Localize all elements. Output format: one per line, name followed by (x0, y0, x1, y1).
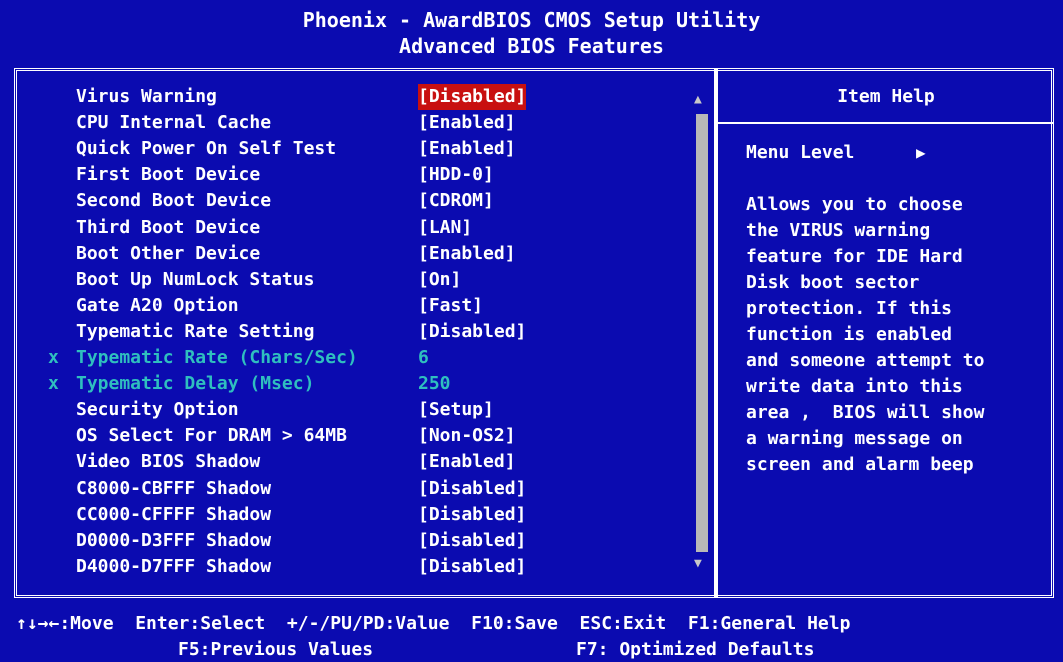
help-title: Item Help (837, 86, 935, 107)
footer-line-1: ↑↓→←:Move Enter:Select +/-/PU/PD:Value F… (16, 613, 851, 634)
help-line: a warning message on (746, 428, 963, 449)
setting-row[interactable]: Video BIOS Shadow [Enabled] (48, 449, 688, 475)
setting-value[interactable]: [Disabled] (418, 554, 526, 580)
setting-row[interactable]: Quick Power On Self Test [Enabled] (48, 136, 688, 162)
setting-row[interactable]: D4000-D7FFF Shadow [Disabled] (48, 554, 688, 580)
setting-row[interactable]: First Boot Device [HDD-0] (48, 162, 688, 188)
setting-row[interactable]: OS Select For DRAM > 64MB [Non-OS2] (48, 423, 688, 449)
setting-label: Gate A20 Option (76, 294, 239, 316)
setting-row[interactable]: CPU Internal Cache [Enabled] (48, 110, 688, 136)
setting-label: CPU Internal Cache (76, 112, 272, 134)
setting-label: Boot Up NumLock Status (76, 268, 315, 290)
scroll-down-icon[interactable]: ▼ (694, 556, 702, 571)
setting-label: Virus Warning (76, 86, 217, 107)
help-line: Disk boot sector (746, 272, 920, 293)
help-line: write data into this (746, 376, 963, 397)
help-line: function is enabled (746, 324, 952, 345)
help-line: feature for IDE Hard (746, 246, 963, 267)
setting-value[interactable]: [Non-OS2] (418, 423, 516, 449)
setting-value: 6 (418, 347, 429, 368)
setting-row[interactable]: Third Boot Device [LAN] (48, 215, 688, 241)
setting-label: OS Select For DRAM > 64MB (76, 425, 347, 447)
setting-row: x Typematic Rate (Chars/Sec) 6 (48, 345, 688, 371)
menu-level-arrow-icon: ▶ (916, 143, 926, 162)
help-line: and someone attempt to (746, 350, 985, 371)
disabled-marker-icon: x (48, 373, 59, 395)
help-line: the VIRUS warning (746, 220, 931, 241)
setting-row: x Typematic Delay (Msec) 250 (48, 371, 688, 397)
setting-value[interactable]: [Disabled] (418, 528, 526, 554)
setting-label: Third Boot Device (76, 216, 261, 238)
setting-value[interactable]: [Fast] (418, 293, 483, 319)
setting-label: D0000-D3FFF Shadow (76, 529, 272, 551)
setting-label: CC000-CFFFF Shadow (76, 503, 272, 525)
footer-optimized-defaults: F7: Optimized Defaults (576, 639, 815, 660)
setting-value[interactable]: [Disabled] (418, 502, 526, 528)
setting-value[interactable]: [Disabled] (418, 84, 527, 110)
setting-value[interactable]: [Enabled] (418, 241, 516, 267)
help-text: Allows you to choose the VIRUS warning fea… (746, 192, 1046, 478)
setting-row[interactable]: CC000-CFFFF Shadow [Disabled] (48, 502, 688, 528)
setting-label: C8000-CBFFF Shadow (76, 477, 272, 499)
help-line: protection. If this (746, 298, 952, 319)
setting-row[interactable]: Second Boot Device [CDROM] (48, 188, 688, 214)
setting-value[interactable]: [Disabled] (418, 319, 526, 345)
setting-label: Security Option (76, 399, 239, 421)
setting-row[interactable]: Boot Other Device [Enabled] (48, 241, 688, 267)
setting-value[interactable]: [Enabled] (418, 136, 516, 162)
setting-row[interactable]: C8000-CBFFF Shadow [Disabled] (48, 476, 688, 502)
setting-value[interactable]: [Setup] (418, 397, 494, 423)
disabled-marker-icon: x (48, 347, 59, 368)
setting-value[interactable]: [Disabled] (418, 476, 526, 502)
app-title: Phoenix - AwardBIOS CMOS Setup Utility (302, 8, 761, 32)
setting-value[interactable]: [Enabled] (418, 110, 516, 136)
scroll-up-icon[interactable]: ▲ (694, 92, 702, 107)
page-title: Advanced BIOS Features (399, 34, 664, 58)
setting-value[interactable]: [On] (418, 267, 461, 293)
menu-level-label: Menu Level (746, 142, 855, 163)
setting-value[interactable]: [HDD-0] (418, 162, 494, 188)
setting-value[interactable]: [LAN] (418, 215, 472, 241)
setting-label: D4000-D7FFF Shadow (76, 555, 272, 577)
setting-value[interactable]: [CDROM] (418, 188, 494, 214)
setting-label: Second Boot Device (76, 190, 272, 212)
help-line: area , BIOS will show (746, 402, 985, 423)
setting-value[interactable]: [Enabled] (418, 449, 516, 475)
setting-row[interactable]: Virus Warning [Disabled] (48, 84, 688, 110)
setting-label: Typematic Rate Setting (76, 320, 315, 342)
help-line: screen and alarm beep (746, 454, 974, 475)
setting-label: Typematic Delay (Msec) (76, 373, 315, 395)
setting-row[interactable]: Security Option [Setup] (48, 397, 688, 423)
setting-row[interactable]: D0000-D3FFF Shadow [Disabled] (48, 528, 688, 554)
setting-label: Video BIOS Shadow (76, 451, 261, 473)
setting-label: First Boot Device (76, 164, 261, 186)
setting-label: Typematic Rate (Chars/Sec) (76, 347, 358, 368)
scrollbar[interactable]: ▲ ▼ (692, 92, 712, 576)
help-line: Allows you to choose (746, 194, 963, 215)
footer-previous-values: F5:Previous Values (178, 639, 374, 660)
footer-keys: ↑↓→←:Move Enter:Select +/-/PU/PD:Value F… (0, 606, 1063, 662)
setting-value: 250 (418, 373, 451, 395)
help-divider (718, 122, 1054, 124)
scroll-track[interactable] (696, 114, 708, 552)
panel-divider (714, 68, 718, 598)
setting-label: Quick Power On Self Test (76, 138, 337, 160)
title-bar: Phoenix - AwardBIOS CMOS Setup Utility A… (0, 0, 1063, 66)
setting-row[interactable]: Typematic Rate Setting [Disabled] (48, 319, 688, 345)
setting-row[interactable]: Boot Up NumLock Status [On] (48, 267, 688, 293)
setting-row[interactable]: Gate A20 Option [Fast] (48, 293, 688, 319)
setting-label: Boot Other Device (76, 242, 261, 264)
